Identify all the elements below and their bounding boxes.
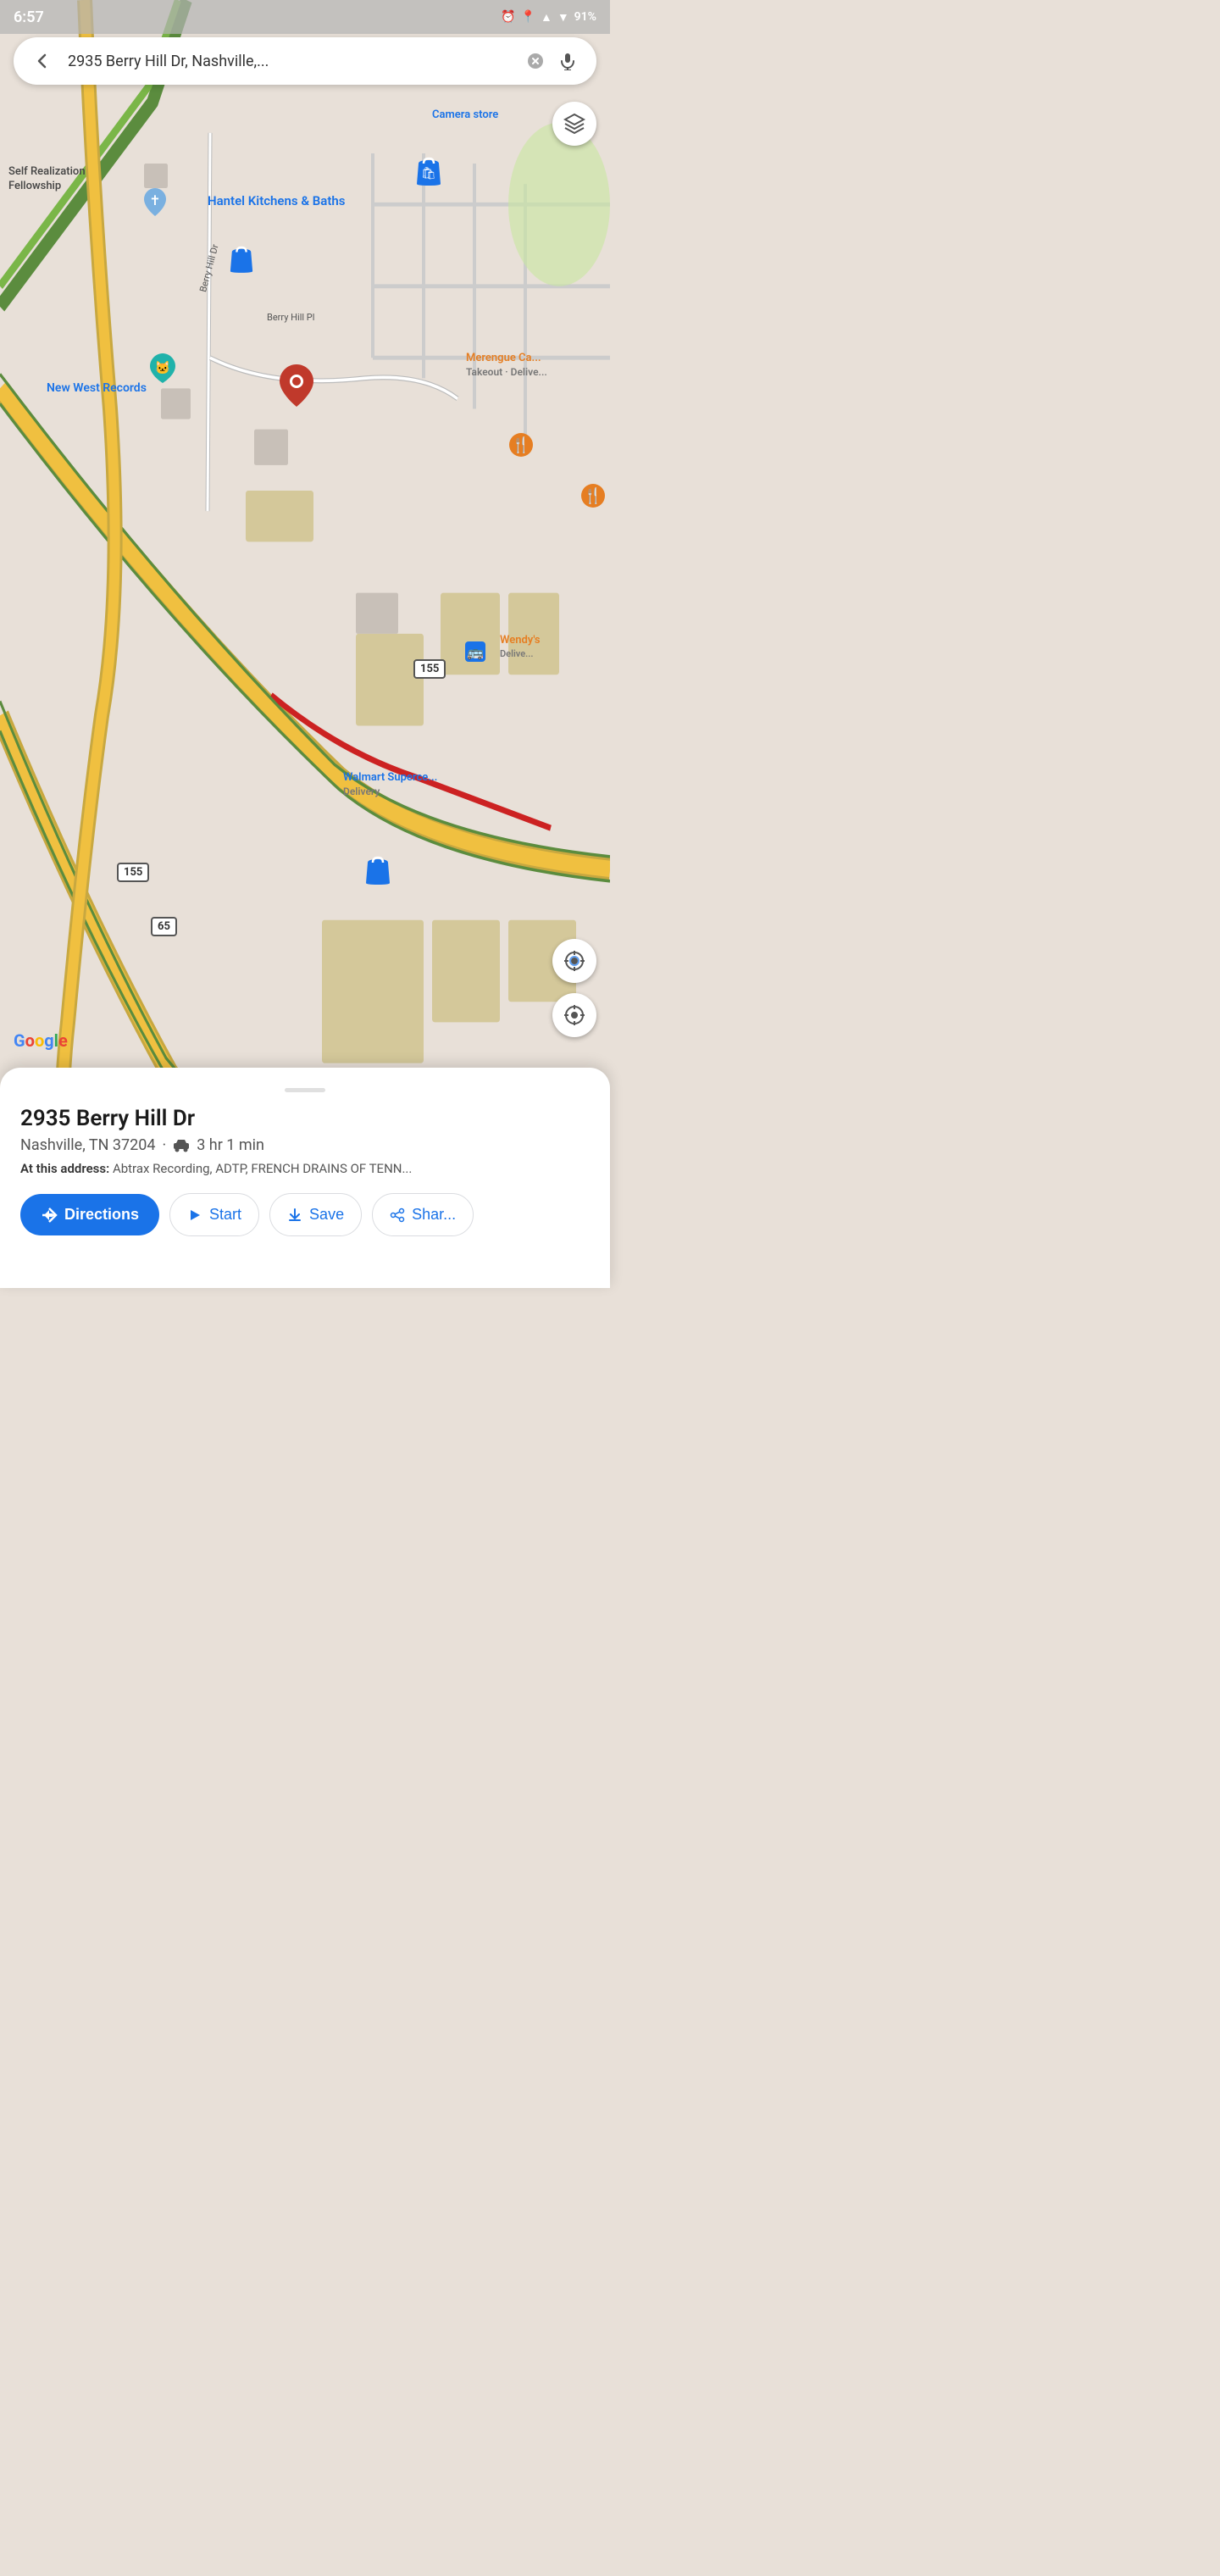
poi-merengue[interactable]: 🍴 <box>508 432 534 458</box>
wifi-icon: ▼ <box>557 10 569 25</box>
poi-restaurant-2[interactable]: 🍴 <box>580 483 606 508</box>
map-label-new-west: New West Records <box>47 381 147 395</box>
search-query[interactable]: 2935 Berry Hill Dr, Nashville,... <box>58 53 522 70</box>
location-button[interactable] <box>552 993 596 1037</box>
clear-button[interactable] <box>522 47 549 75</box>
directions-button[interactable]: Directions <box>20 1194 159 1235</box>
save-button[interactable]: Save <box>269 1193 362 1236</box>
microphone-button[interactable] <box>552 46 583 76</box>
bs-address: 2935 Berry Hill Dr <box>20 1106 590 1131</box>
battery-icon: 91% <box>574 10 596 24</box>
location-icon: 📍 <box>521 10 535 24</box>
bs-drive-time: 3 hr 1 min <box>197 1136 264 1154</box>
poi-walmart[interactable] <box>364 856 391 886</box>
svg-text:🛍: 🛍 <box>421 166 436 180</box>
directions-icon <box>41 1207 58 1224</box>
svg-text:🚌: 🚌 <box>467 644 484 660</box>
map-pin[interactable] <box>280 364 313 405</box>
route-badge-155-2: 155 <box>117 863 149 882</box>
map-road-berry-hill-pl: Berry Hill Pl <box>267 312 314 323</box>
start-icon <box>187 1208 202 1223</box>
location-target-button[interactable] <box>552 939 596 983</box>
map-label-self-realization: Self Realization Fellowship <box>8 165 86 194</box>
svg-text:🍴: 🍴 <box>584 486 602 505</box>
poi-bus-stop[interactable]: 🚌 <box>464 641 486 663</box>
signal-icon: ▲ <box>541 10 552 25</box>
bs-at-address: At this address: <box>20 1161 109 1176</box>
route-badge-155-1: 155 <box>413 659 446 679</box>
share-label: Shar... <box>412 1206 456 1224</box>
svg-text:🐱: 🐱 <box>155 360 171 375</box>
map-label-hantel: Hantel Kitchens & Baths <box>208 193 346 208</box>
map-label-merengue: Merengue Ca... Takeout · Delive... <box>466 352 547 379</box>
map-label-walmart: Walmart Superce... Delivery <box>343 771 437 798</box>
bottom-sheet: 2935 Berry Hill Dr Nashville, TN 37204 ·… <box>0 1068 610 1288</box>
svg-text:✝: ✝ <box>149 192 160 208</box>
map-label-wendys: Wendy's Delive... <box>500 634 541 660</box>
layers-button[interactable] <box>552 102 596 146</box>
poi-new-west-records[interactable]: 🐱 <box>148 352 177 384</box>
status-bar: 6:57 ⏰ 📍 ▲ ▼ 91% <box>0 0 610 34</box>
poi-hantel[interactable] <box>229 246 254 275</box>
poi-camera-store[interactable]: 🛍 <box>415 157 442 187</box>
save-label: Save <box>309 1206 344 1224</box>
bs-actions: Directions Start Save <box>20 1193 590 1236</box>
svg-text:🍴: 🍴 <box>512 436 530 454</box>
status-icons: ⏰ 📍 ▲ ▼ 91% <box>501 10 596 25</box>
route-badge-65: 65 <box>151 917 177 936</box>
bottom-sheet-handle <box>285 1088 325 1092</box>
save-icon <box>287 1208 302 1223</box>
alarm-icon: ⏰ <box>501 10 515 24</box>
map-label-camera-store: Camera store <box>432 108 498 121</box>
share-icon <box>390 1208 405 1223</box>
poi-church[interactable]: ✝ <box>142 186 168 217</box>
start-label: Start <box>209 1206 241 1224</box>
share-button[interactable]: Shar... <box>372 1193 474 1236</box>
bs-info: Nashville, TN 37204 · 3 hr 1 min <box>20 1136 590 1154</box>
status-time: 6:57 <box>14 8 44 26</box>
bs-subtitle: At this address: Abtrax Recording, ADTP,… <box>20 1161 590 1176</box>
bs-separator: · <box>163 1136 167 1154</box>
back-button[interactable] <box>27 46 58 76</box>
car-icon <box>173 1139 190 1152</box>
google-logo: Google <box>14 1030 68 1051</box>
search-bar: 2935 Berry Hill Dr, Nashville,... <box>14 37 596 85</box>
start-button[interactable]: Start <box>169 1193 259 1236</box>
bs-city: Nashville, TN 37204 <box>20 1136 156 1154</box>
bs-businesses: Abtrax Recording, ADTP, FRENCH DRAINS OF… <box>113 1161 412 1176</box>
directions-label: Directions <box>64 1206 139 1224</box>
